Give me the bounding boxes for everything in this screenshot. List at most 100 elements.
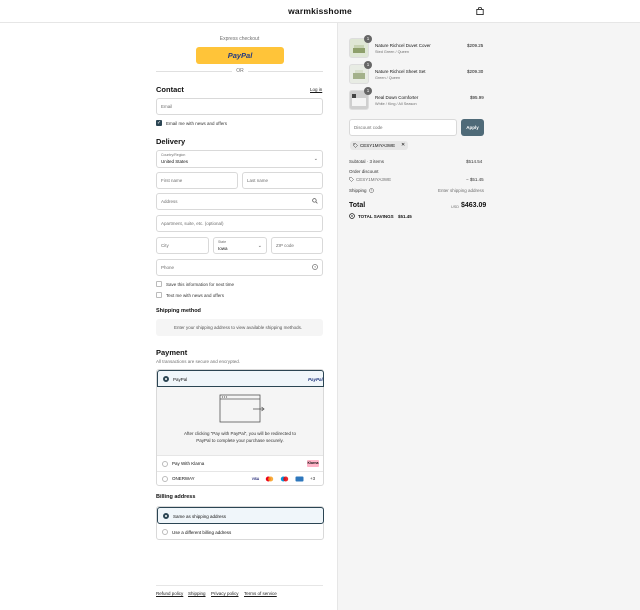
login-link[interactable]: Log in xyxy=(310,87,322,92)
subtotal-value: $514.54 xyxy=(466,159,483,164)
onerway-radio[interactable] xyxy=(162,476,168,482)
phone-field[interactable]: Phone ? xyxy=(156,259,323,276)
payment-heading: Payment xyxy=(156,348,188,357)
order-discount-value: − $51.45 xyxy=(466,177,484,182)
billing-different-label: Use a different billing address xyxy=(172,530,232,535)
mastercard-icon xyxy=(265,476,274,482)
item-variant: Green / Queen xyxy=(375,76,401,80)
total-savings-value: $51.45 xyxy=(398,214,412,219)
item-variant: White / King / All Season xyxy=(375,102,417,106)
or-label: OR xyxy=(232,68,248,74)
klarna-logo: Klarna xyxy=(307,460,319,467)
onerway-option-label: ONERWAY xyxy=(172,476,195,481)
paypal-radio[interactable] xyxy=(163,376,169,382)
refund-policy-link[interactable]: Refund policy xyxy=(156,591,183,596)
discount-placeholder: Discount code xyxy=(354,125,383,130)
payment-option-onerway[interactable]: ONERWAY VISA +3 xyxy=(157,471,323,486)
paypal-logo: PayPal xyxy=(308,377,323,382)
search-icon xyxy=(312,198,318,204)
state-select[interactable]: State Iowa ⌄ xyxy=(213,237,267,254)
apartment-field[interactable]: Apartment, suite, etc. (optional) xyxy=(156,215,323,232)
quantity-badge: 1 xyxy=(364,87,372,95)
subtotal-label: Subtotal · 3 items xyxy=(349,159,385,164)
visa-icon: VISA xyxy=(251,477,260,481)
apply-discount-button[interactable]: Apply xyxy=(461,119,484,136)
tag-icon xyxy=(353,143,358,148)
express-checkout-title: Express checkout xyxy=(219,36,260,42)
country-label: Country/Region xyxy=(161,153,186,157)
payment-option-paypal[interactable]: PayPal PayPal xyxy=(157,370,324,387)
email-news-checkbox[interactable]: ✓ xyxy=(156,120,162,126)
paypal-option-label: PayPal xyxy=(173,377,188,382)
country-value: United States xyxy=(161,159,189,164)
total-value: $463.09 xyxy=(461,202,487,209)
item-name: Nature Richcel Sheet Set xyxy=(375,69,426,74)
phone-placeholder: Phone xyxy=(161,265,175,270)
tag-icon xyxy=(349,177,354,182)
item-price: $95.99 xyxy=(470,95,484,100)
billing-same-option[interactable]: Same as shipping address xyxy=(157,507,324,524)
item-price: $209.25 xyxy=(467,43,484,48)
save-info-label: Save this information for next time xyxy=(166,282,235,287)
text-news-checkbox[interactable] xyxy=(156,292,162,298)
city-field[interactable]: City xyxy=(156,237,209,254)
quantity-badge: 1 xyxy=(364,35,372,43)
privacy-policy-link[interactable]: Privacy policy xyxy=(211,591,239,596)
savings-tag-icon xyxy=(349,213,355,219)
delivery-heading: Delivery xyxy=(156,137,186,146)
payment-subtitle: All transactions are secure and encrypte… xyxy=(156,359,241,364)
applied-discount-code: CESY1MIYA3WE xyxy=(360,143,396,148)
address-placeholder: Address xyxy=(161,199,178,204)
svg-text:?: ? xyxy=(314,265,316,269)
billing-heading: Billing address xyxy=(156,494,196,500)
remove-discount-icon[interactable]: ✕ xyxy=(401,141,405,150)
product-thumbnail: 1 xyxy=(349,35,372,58)
zip-field[interactable]: ZIP code xyxy=(271,237,323,254)
apartment-placeholder: Apartment, suite, etc. (optional) xyxy=(161,221,224,226)
amex-icon xyxy=(295,476,304,482)
applied-discount-tag: CESY1MIYA3WE ✕ xyxy=(350,141,408,150)
help-icon[interactable]: ? xyxy=(369,188,374,193)
total-savings-label: TOTAL SAVINGS xyxy=(358,214,394,219)
chevron-down-icon: ⌄ xyxy=(257,243,262,249)
payment-option-klarna[interactable]: Pay With Klarna Klarna xyxy=(157,455,323,471)
billing-different-option[interactable]: Use a different billing address xyxy=(157,524,323,540)
chevron-down-icon: ⌄ xyxy=(313,156,318,162)
country-select[interactable]: Country/Region United States ⌄ xyxy=(156,150,323,168)
more-cards-count: +3 xyxy=(310,476,316,481)
shipping-label: Shipping xyxy=(349,188,367,193)
shipping-notice: Enter your shipping address to view avai… xyxy=(156,319,323,336)
currency-code: USD xyxy=(451,205,460,209)
help-icon[interactable]: ? xyxy=(312,264,318,270)
address-field[interactable]: Address xyxy=(156,193,323,210)
header: warmkisshome xyxy=(0,0,640,23)
brand-logo[interactable]: warmkisshome xyxy=(0,6,640,16)
browser-redirect-icon xyxy=(219,394,265,423)
paypal-redirect-text: After clicking “Pay with PayPal”, you wi… xyxy=(183,431,297,443)
first-name-field[interactable]: First name xyxy=(156,172,238,189)
email-field[interactable]: Email xyxy=(156,98,323,115)
bag-icon[interactable] xyxy=(476,7,484,15)
terms-of-service-link[interactable]: Terms of service xyxy=(244,591,277,596)
last-name-field[interactable]: Last name xyxy=(242,172,323,189)
klarna-radio[interactable] xyxy=(162,461,168,467)
total-label: Total xyxy=(349,202,366,209)
product-thumbnail: 1 xyxy=(349,87,372,110)
contact-heading: Contact xyxy=(156,85,184,94)
footer-divider xyxy=(156,585,323,586)
klarna-option-label: Pay With Klarna xyxy=(172,461,205,466)
quantity-badge: 1 xyxy=(364,61,372,69)
billing-same-radio[interactable] xyxy=(163,513,169,519)
product-thumbnail: 1 xyxy=(349,61,372,84)
state-label: State xyxy=(218,240,227,244)
save-info-checkbox[interactable] xyxy=(156,281,162,287)
paypal-express-button[interactable]: PayPal xyxy=(196,47,284,64)
shipping-policy-link[interactable]: Shipping xyxy=(188,591,206,596)
maestro-icon xyxy=(280,476,289,482)
item-variant: Sted Green / Queen xyxy=(375,50,409,54)
discount-code-input[interactable]: Discount code xyxy=(349,119,457,136)
order-discount-label: Order discount xyxy=(349,169,379,174)
billing-different-radio[interactable] xyxy=(162,529,168,535)
item-price: $209.30 xyxy=(467,69,484,74)
state-value: Iowa xyxy=(218,246,228,251)
